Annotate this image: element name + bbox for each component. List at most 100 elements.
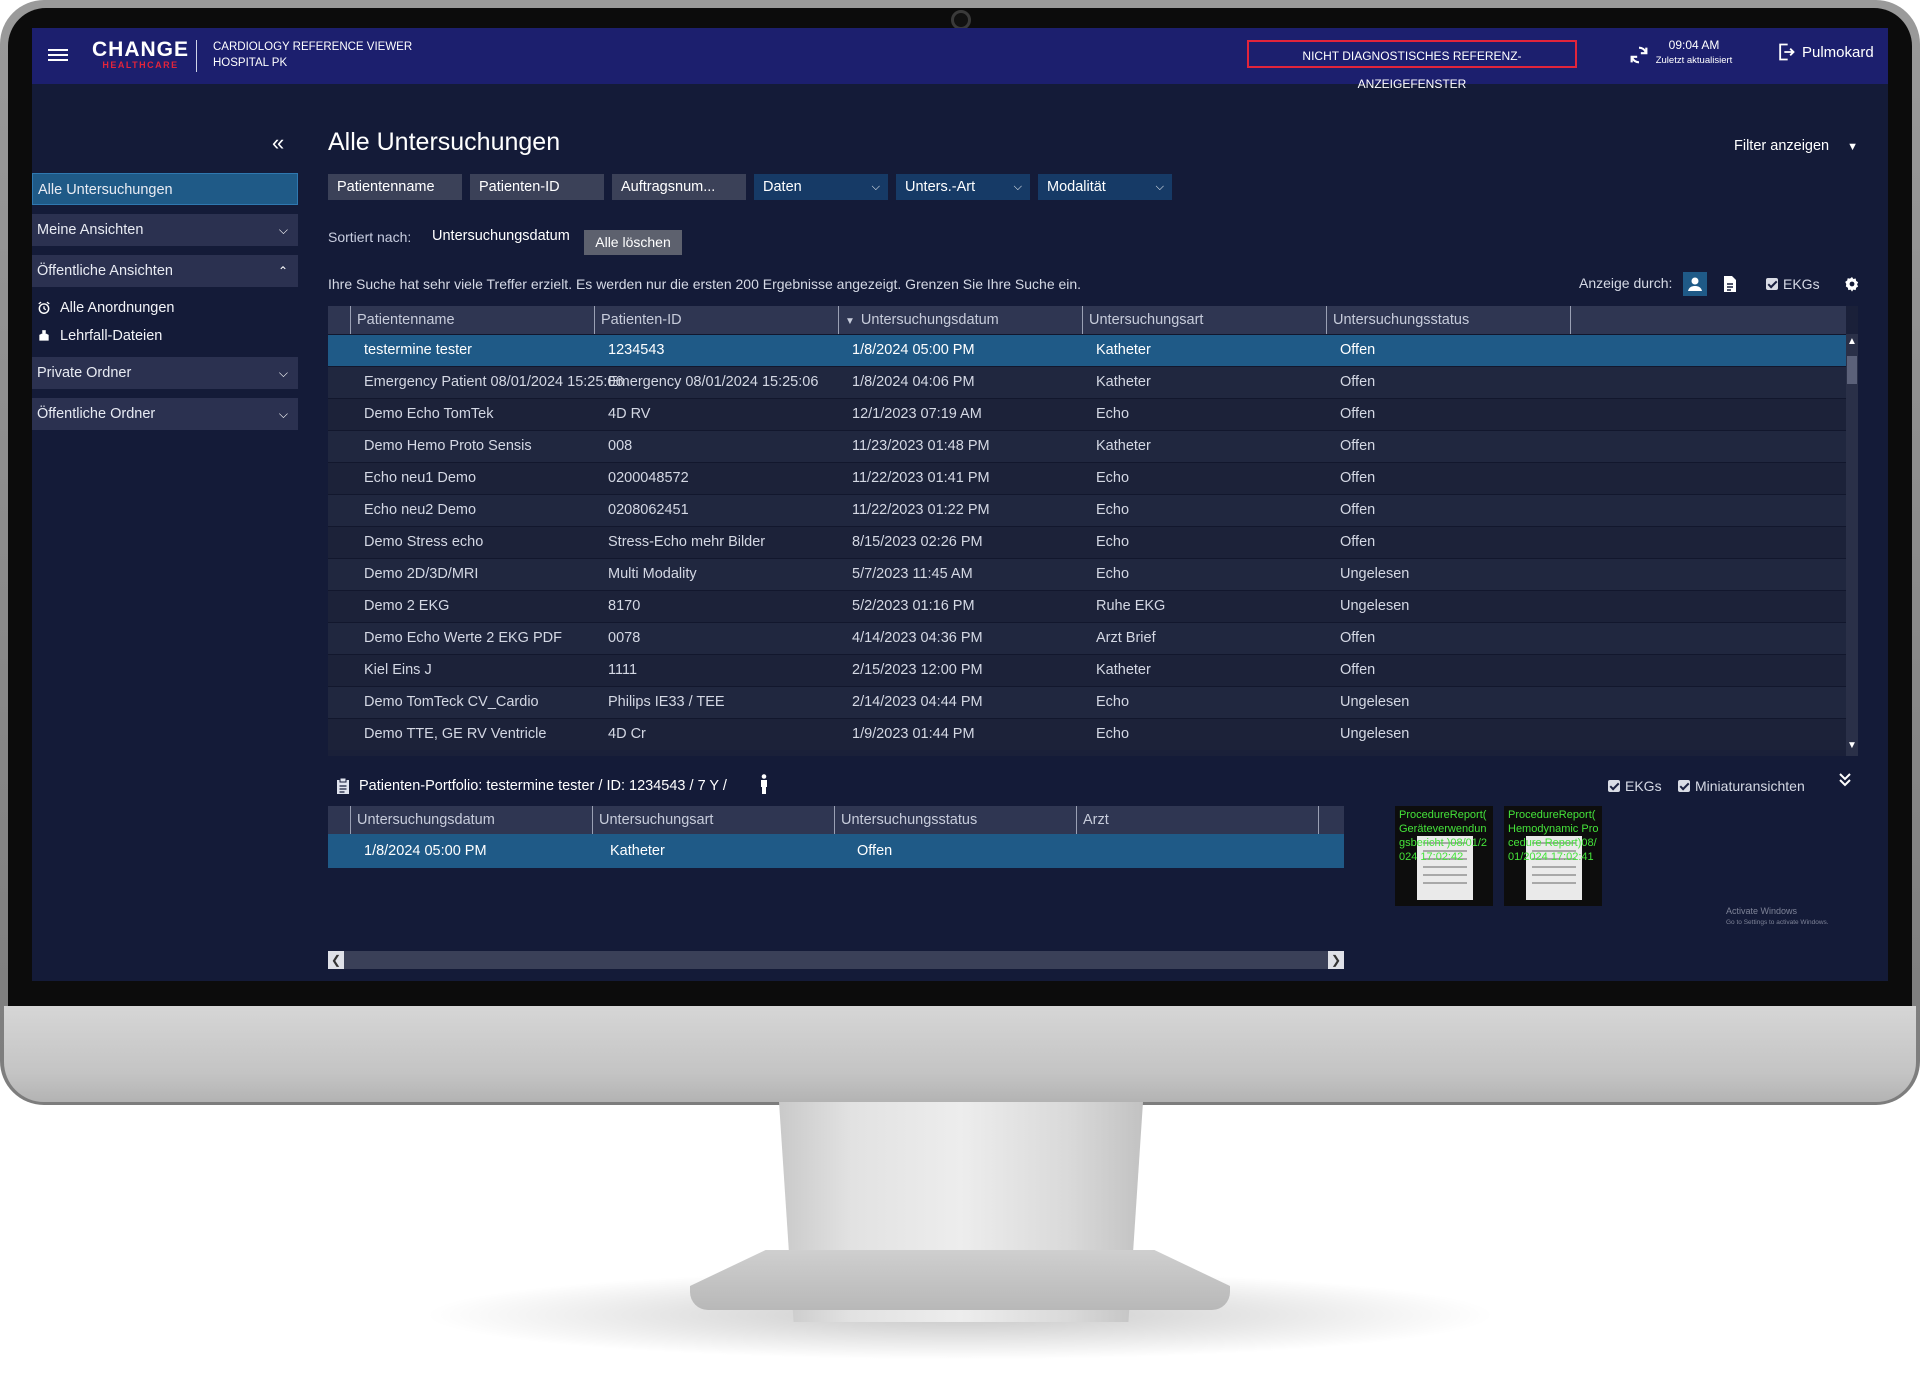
table-row[interactable]: Demo Echo Werte 2 EKG PDF 0078 4/14/2023 0… bbox=[328, 622, 1846, 654]
cell-patient-name: Demo Hemo Proto Sensis bbox=[364, 438, 532, 454]
sidebar-item-private-folders[interactable]: Private Ordner ⌵ bbox=[32, 357, 298, 389]
modality-dropdown[interactable]: Modalität ⌵ bbox=[1038, 174, 1172, 200]
column-divider bbox=[1318, 806, 1320, 834]
cell-exam-date: 2/14/2023 04:44 PM bbox=[852, 694, 983, 710]
menu-icon[interactable] bbox=[48, 46, 68, 66]
column-header-label: Arzt bbox=[1083, 812, 1109, 828]
gear-icon[interactable] bbox=[1844, 276, 1860, 292]
column-header-label: Patientenname bbox=[357, 312, 455, 328]
table-row[interactable]: Echo neu2 Demo 0208062451 11/22/2023 01:22… bbox=[328, 494, 1846, 526]
cell-patient-id: Emergency 08/01/2024 15:25:06 bbox=[608, 374, 819, 390]
checkbox-checked-icon bbox=[1766, 278, 1778, 290]
person-icon bbox=[1688, 277, 1702, 291]
scrollbar-thumb[interactable] bbox=[1847, 356, 1857, 384]
cell-patient-id: Philips IE33 / TEE bbox=[608, 694, 725, 710]
column-header-exam-status[interactable]: Untersuchungsstatus bbox=[1326, 306, 1569, 334]
cell-exam-status: Offen bbox=[1340, 502, 1376, 518]
portfolio-ekgs-checkbox[interactable]: EKGs bbox=[1608, 778, 1662, 794]
cell-patient-id: 4D RV bbox=[608, 406, 651, 422]
table-row[interactable]: Demo 2D/3D/MRI Multi Modality 5/7/2023 11:… bbox=[328, 558, 1846, 590]
table-row[interactable]: Demo TomTeck CV_Cardio Philips IE33 / TEE… bbox=[328, 686, 1846, 718]
cell-exam-type: Katheter bbox=[1096, 374, 1151, 390]
double-chevron-down-icon[interactable] bbox=[1838, 772, 1852, 793]
logout-button[interactable]: Pulmokard bbox=[1776, 42, 1874, 62]
column-header-exam-status[interactable]: Untersuchungsstatus bbox=[834, 806, 1075, 834]
thumbnail-caption: ProcedureReport( Geräteverwendungsberich… bbox=[1399, 809, 1488, 863]
sidebar-item-public-views[interactable]: Öffentliche Ansichten ⌃ bbox=[32, 255, 298, 287]
teaching-file-icon bbox=[39, 330, 49, 341]
show-filters-toggle[interactable]: Filter anzeigen ▼ bbox=[1734, 138, 1858, 154]
column-header-exam-type[interactable]: Untersuchungsart bbox=[592, 806, 833, 834]
table-row[interactable]: Demo TTE, GE RV Ventricle 4D Cr 1/9/2023 0… bbox=[328, 718, 1846, 750]
table-row[interactable]: Demo Hemo Proto Sensis 008 11/23/2023 01:4… bbox=[328, 430, 1846, 462]
column-header-patient-name[interactable]: Patientenname bbox=[350, 306, 593, 334]
cell-patient-name: Demo 2D/3D/MRI bbox=[364, 566, 479, 582]
scroll-left-icon[interactable]: ❮ bbox=[328, 951, 344, 969]
cell-exam-date: 11/22/2023 01:41 PM bbox=[852, 470, 990, 486]
table-body: testermine tester 1234543 1/8/2024 05:00 P… bbox=[328, 334, 1846, 756]
cell-exam-status: Ungelesen bbox=[1340, 726, 1410, 742]
scroll-up-icon[interactable]: ▲ bbox=[1846, 336, 1858, 347]
view-by-patient-button[interactable] bbox=[1683, 272, 1707, 296]
table-row[interactable]: testermine tester 1234543 1/8/2024 05:00 P… bbox=[328, 334, 1846, 366]
clear-all-button[interactable]: Alle löschen bbox=[584, 230, 682, 255]
cell-exam-status: Offen bbox=[1340, 662, 1376, 678]
filter-label: Patientenname bbox=[337, 179, 435, 195]
horizontal-scrollbar[interactable]: ❮ ❯ bbox=[328, 951, 1344, 969]
chevron-up-icon: ⌃ bbox=[277, 264, 288, 278]
column-header-exam-date[interactable]: Untersuchungsdatum bbox=[350, 806, 591, 834]
table-row[interactable]: Demo 2 EKG 8170 5/2/2023 01:16 PM Ruhe EKG U… bbox=[328, 590, 1846, 622]
table-row[interactable]: Demo Echo TomTek 4D RV 12/1/2023 07:19 AM E… bbox=[328, 398, 1846, 430]
cell-exam-status: Offen bbox=[1340, 438, 1376, 454]
refresh-icon[interactable] bbox=[1628, 44, 1650, 66]
table-row[interactable]: Emergency Patient 08/01/2024 15:25:06 Eme… bbox=[328, 366, 1846, 398]
scroll-down-icon[interactable]: ▼ bbox=[1846, 740, 1858, 751]
view-by-document-button[interactable] bbox=[1722, 275, 1738, 298]
cell-exam-date: 11/22/2023 01:22 PM bbox=[852, 502, 990, 518]
cell-exam-type: Katheter bbox=[1096, 662, 1151, 678]
activate-windows-watermark: Activate Windows Go to Settings to activ… bbox=[1726, 906, 1829, 928]
column-header-physician[interactable]: Arzt bbox=[1076, 806, 1317, 834]
column-header-exam-date[interactable]: ▼ Untersuchungsdatum bbox=[838, 306, 1081, 334]
vertical-scrollbar[interactable]: ▲ ▼ bbox=[1846, 334, 1858, 756]
sidebar-item-my-views[interactable]: Meine Ansichten ⌵ bbox=[32, 214, 298, 246]
portfolio-table-header: Untersuchungsdatum Untersuchungsart Unte… bbox=[328, 806, 1344, 834]
collapse-sidebar-icon[interactable]: « bbox=[272, 130, 284, 156]
table-row[interactable]: Demo Stress echo Stress-Echo mehr Bilder 8… bbox=[328, 526, 1846, 558]
sidebar-item-public-folders[interactable]: Öffentliche Ordner ⌵ bbox=[32, 398, 298, 430]
patient-id-filter[interactable]: Patienten-ID bbox=[470, 174, 604, 200]
column-header-label: Untersuchungsstatus bbox=[841, 812, 978, 828]
sidebar-item-all-exams[interactable]: Alle Untersuchungen bbox=[32, 173, 298, 205]
cell-exam-type: Echo bbox=[1096, 566, 1130, 582]
report-thumbnail-1[interactable]: ProcedureReport( Geräteverwendungsberich… bbox=[1395, 806, 1493, 906]
portfolio-separator: / bbox=[722, 778, 727, 794]
column-header-label: Untersuchungsdatum bbox=[860, 312, 999, 328]
thumbnails-checkbox[interactable]: Miniaturansichten bbox=[1678, 778, 1805, 794]
person-standing-icon bbox=[761, 774, 767, 794]
patient-name-filter[interactable]: Patientenname bbox=[328, 174, 462, 200]
column-header-patient-id[interactable]: Patienten-ID bbox=[594, 306, 837, 334]
sorted-by-value[interactable]: Untersuchungsdatum bbox=[432, 228, 570, 244]
column-header-label: Untersuchungsstatus bbox=[1333, 312, 1470, 328]
scroll-right-icon[interactable]: ❯ bbox=[1328, 951, 1344, 969]
ekgs-checkbox[interactable]: EKGs bbox=[1766, 276, 1820, 292]
exam-type-dropdown[interactable]: Unters.-Art ⌵ bbox=[896, 174, 1030, 200]
dates-dropdown[interactable]: Daten ⌵ bbox=[754, 174, 888, 200]
monitor-stand-foot bbox=[690, 1250, 1230, 1310]
thumbnail-caption: ProcedureReport( Hemodynamic Procedure R… bbox=[1508, 809, 1599, 863]
activate-windows-line1: Activate Windows bbox=[1726, 906, 1798, 916]
ekgs-label: EKGs bbox=[1783, 276, 1820, 292]
app-title-line1: CARDIOLOGY REFERENCE VIEWER bbox=[213, 41, 413, 53]
cell-exam-date: 2/15/2023 12:00 PM bbox=[852, 662, 983, 678]
sidebar-subitem-all-orders[interactable]: Alle Anordnungen bbox=[37, 300, 175, 316]
table-row[interactable]: Echo neu1 Demo 0200048572 11/22/2023 01:41… bbox=[328, 462, 1846, 494]
report-thumbnail-2[interactable]: ProcedureReport( Hemodynamic Procedure R… bbox=[1504, 806, 1602, 906]
order-number-filter[interactable]: Auftragsnum... bbox=[612, 174, 746, 200]
filter-label: Modalität bbox=[1047, 179, 1106, 195]
portfolio-row[interactable]: 1/8/2024 05:00 PM Katheter Offen bbox=[328, 834, 1344, 868]
sidebar-subitem-teaching-files[interactable]: Lehrfall-Dateien bbox=[37, 328, 162, 344]
table-row[interactable]: Kiel Eins J 1111 2/15/2023 12:00 PM Kathete… bbox=[328, 654, 1846, 686]
column-header-exam-type[interactable]: Untersuchungsart bbox=[1082, 306, 1325, 334]
cell-exam-type: Echo bbox=[1096, 502, 1130, 518]
user-name: Pulmokard bbox=[1802, 43, 1874, 61]
